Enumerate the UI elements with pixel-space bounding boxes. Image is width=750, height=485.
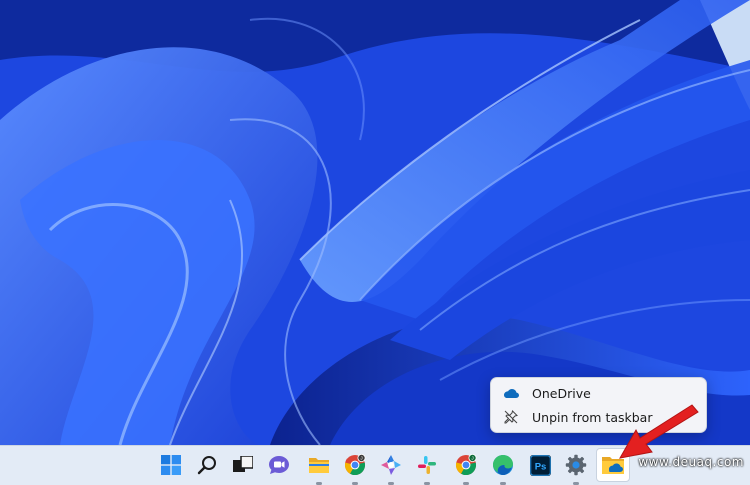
windows-start-icon[interactable] bbox=[158, 452, 184, 478]
unpin-icon bbox=[503, 409, 519, 425]
chrome-icon[interactable]: J bbox=[453, 452, 479, 478]
slack-icon[interactable] bbox=[414, 452, 440, 478]
onedrive-folder-icon[interactable] bbox=[596, 448, 630, 482]
edge-icon[interactable] bbox=[490, 452, 516, 478]
watermark: www.deuaq.com bbox=[638, 455, 744, 469]
chrome-icon[interactable]: J bbox=[342, 452, 368, 478]
menu-item-unpin[interactable]: Unpin from taskbar bbox=[495, 405, 702, 429]
profile-badge: J bbox=[471, 456, 473, 461]
colorful-app-icon[interactable] bbox=[378, 452, 404, 478]
taskbar-context-menu: OneDrive Unpin from taskbar bbox=[490, 377, 707, 433]
task-view-icon[interactable] bbox=[230, 452, 256, 478]
profile-badge: J bbox=[360, 456, 362, 461]
menu-item-label: OneDrive bbox=[532, 385, 591, 401]
gear-icon[interactable] bbox=[563, 452, 589, 478]
photoshop-label: Ps bbox=[534, 461, 546, 472]
onedrive-cloud-icon bbox=[503, 385, 519, 401]
folder-icon[interactable] bbox=[306, 452, 332, 478]
photoshop-icon[interactable]: Ps bbox=[527, 452, 553, 478]
desktop-screen: OneDrive Unpin from taskbar J J Ps www.d… bbox=[0, 0, 750, 485]
search-icon[interactable] bbox=[194, 452, 220, 478]
menu-item-label: Unpin from taskbar bbox=[532, 409, 653, 425]
teams-chat-icon[interactable] bbox=[266, 452, 292, 478]
menu-item-onedrive[interactable]: OneDrive bbox=[495, 381, 702, 405]
